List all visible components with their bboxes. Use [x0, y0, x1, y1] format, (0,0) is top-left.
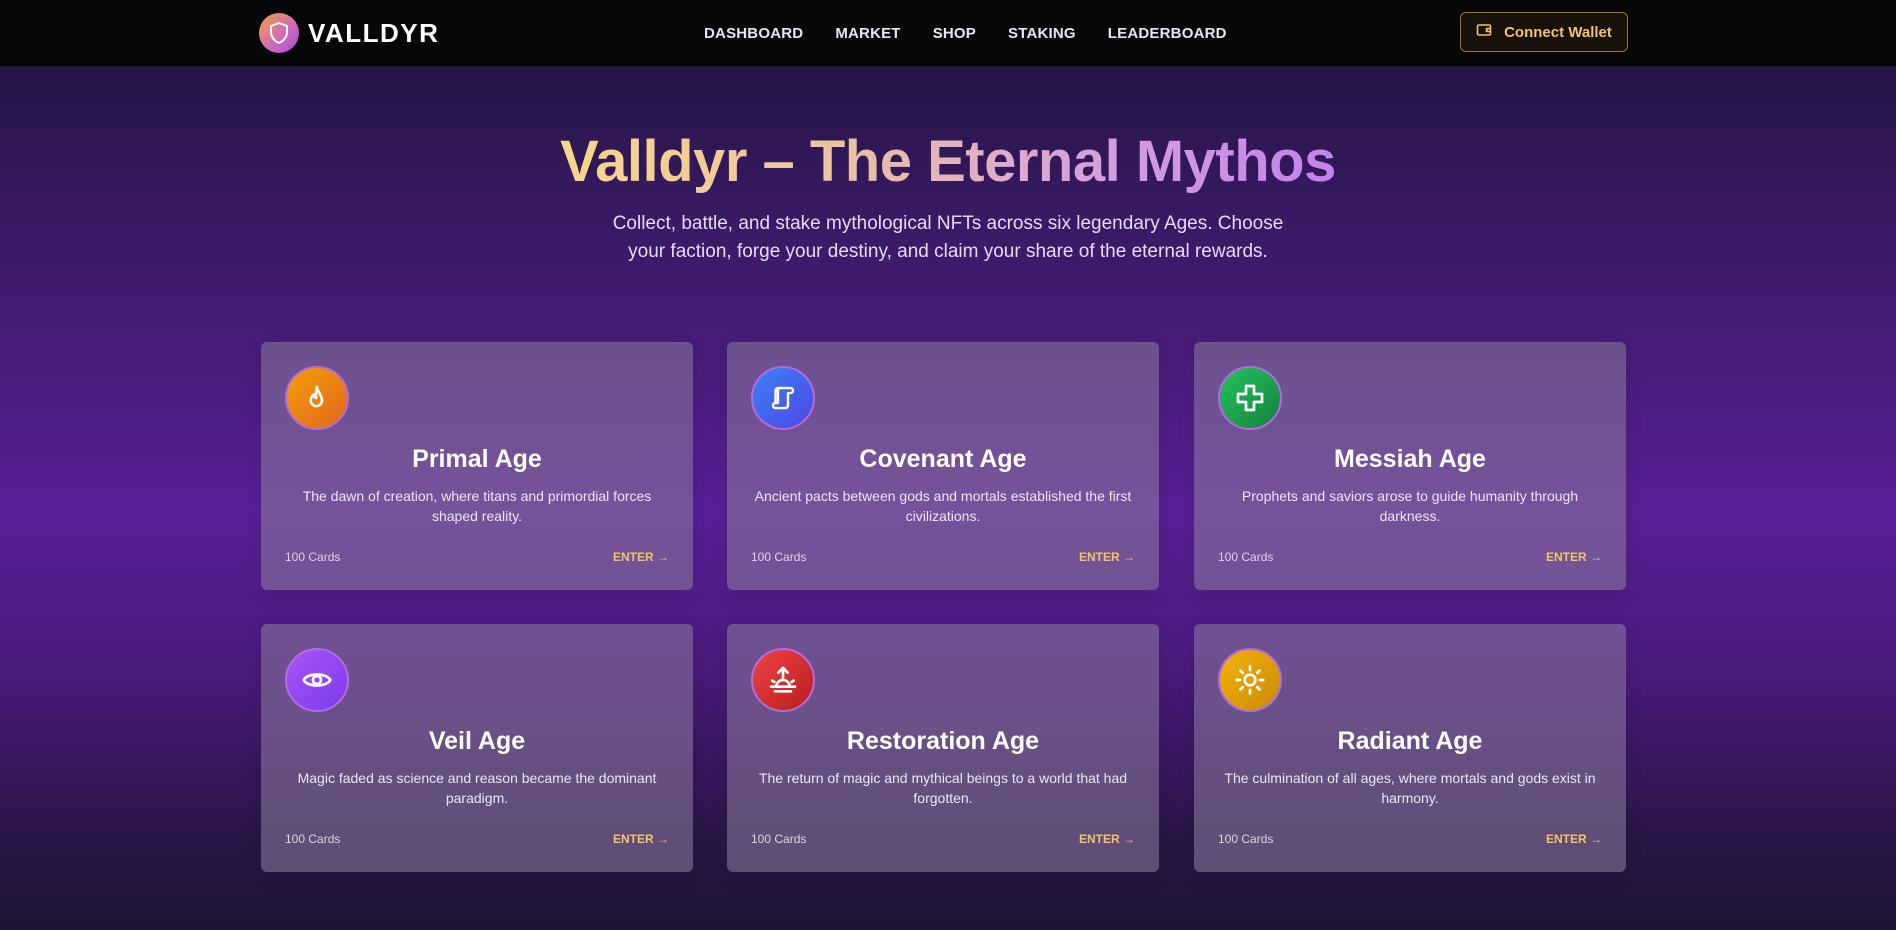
enter-link[interactable]: ENTER → — [1546, 832, 1602, 846]
age-card-radiant[interactable]: Radiant Age The culmination of all ages,… — [1194, 624, 1626, 872]
card-description: The culmination of all ages, where morta… — [1224, 770, 1596, 806]
card-count: 100 Cards — [1218, 832, 1274, 846]
page-title: Valldyr – The Eternal Mythos — [560, 129, 1336, 194]
wallet-icon — [1476, 23, 1492, 41]
brand[interactable]: VALLDYR — [259, 13, 439, 53]
enter-link[interactable]: ENTER → — [1079, 832, 1135, 846]
card-description: Ancient pacts between gods and mortals e… — [754, 488, 1132, 524]
card-title: Messiah Age — [1334, 445, 1486, 473]
plus-icon — [1218, 366, 1282, 430]
card-count: 100 Cards — [285, 832, 341, 846]
card-count: 100 Cards — [751, 550, 807, 564]
age-card-messiah[interactable]: Messiah Age Prophets and saviors arose t… — [1194, 342, 1626, 590]
nav-dashboard[interactable]: DASHBOARD — [704, 25, 803, 42]
top-navbar: VALLDYR DASHBOARD MARKET SHOP STAKING LE… — [0, 0, 1896, 67]
flame-icon — [285, 366, 349, 430]
age-card-restoration[interactable]: Restoration Age The return of magic and … — [727, 624, 1159, 872]
sun-icon — [1218, 648, 1282, 712]
eye-icon — [285, 648, 349, 712]
card-title: Veil Age — [428, 727, 526, 755]
age-card-primal[interactable]: Primal Age The dawn of creation, where t… — [261, 342, 693, 590]
card-count: 100 Cards — [1218, 550, 1274, 564]
enter-link[interactable]: ENTER → — [1079, 550, 1135, 564]
card-count: 100 Cards — [751, 832, 807, 846]
enter-link[interactable]: ENTER → — [1546, 550, 1602, 564]
age-card-covenant[interactable]: Covenant Age Ancient pacts between gods … — [727, 342, 1159, 590]
nav-staking[interactable]: STAKING — [1008, 25, 1076, 42]
nav-shop[interactable]: SHOP — [933, 25, 976, 42]
scroll-icon — [751, 366, 815, 430]
sunrise-icon — [751, 648, 815, 712]
card-description: The return of magic and mythical beings … — [758, 770, 1128, 806]
card-description: Prophets and saviors arose to guide huma… — [1241, 488, 1579, 524]
enter-link[interactable]: ENTER → — [613, 550, 669, 564]
card-title: Primal Age — [412, 445, 542, 473]
card-title: Covenant Age — [859, 445, 1027, 473]
card-description: Magic faded as science and reason became… — [297, 770, 657, 806]
shield-icon — [259, 13, 299, 53]
hero-subtitle: Collect, battle, and stake mythological … — [612, 213, 1284, 262]
connect-wallet-button[interactable]: Connect Wallet — [1460, 12, 1628, 52]
nav-leaderboard[interactable]: LEADERBOARD — [1108, 25, 1227, 42]
card-count: 100 Cards — [285, 550, 341, 564]
card-description: The dawn of creation, where titans and p… — [302, 488, 652, 524]
brand-name: VALLDYR — [308, 17, 440, 48]
card-title: Radiant Age — [1337, 727, 1483, 755]
main-nav: DASHBOARD MARKET SHOP STAKING LEADERBOAR… — [704, 0, 1227, 67]
connect-wallet-label: Connect Wallet — [1504, 23, 1612, 41]
nav-market[interactable]: MARKET — [835, 25, 900, 42]
card-title: Restoration Age — [846, 727, 1040, 755]
enter-link[interactable]: ENTER → — [613, 832, 669, 846]
age-card-veil[interactable]: Veil Age Magic faded as science and reas… — [261, 624, 693, 872]
